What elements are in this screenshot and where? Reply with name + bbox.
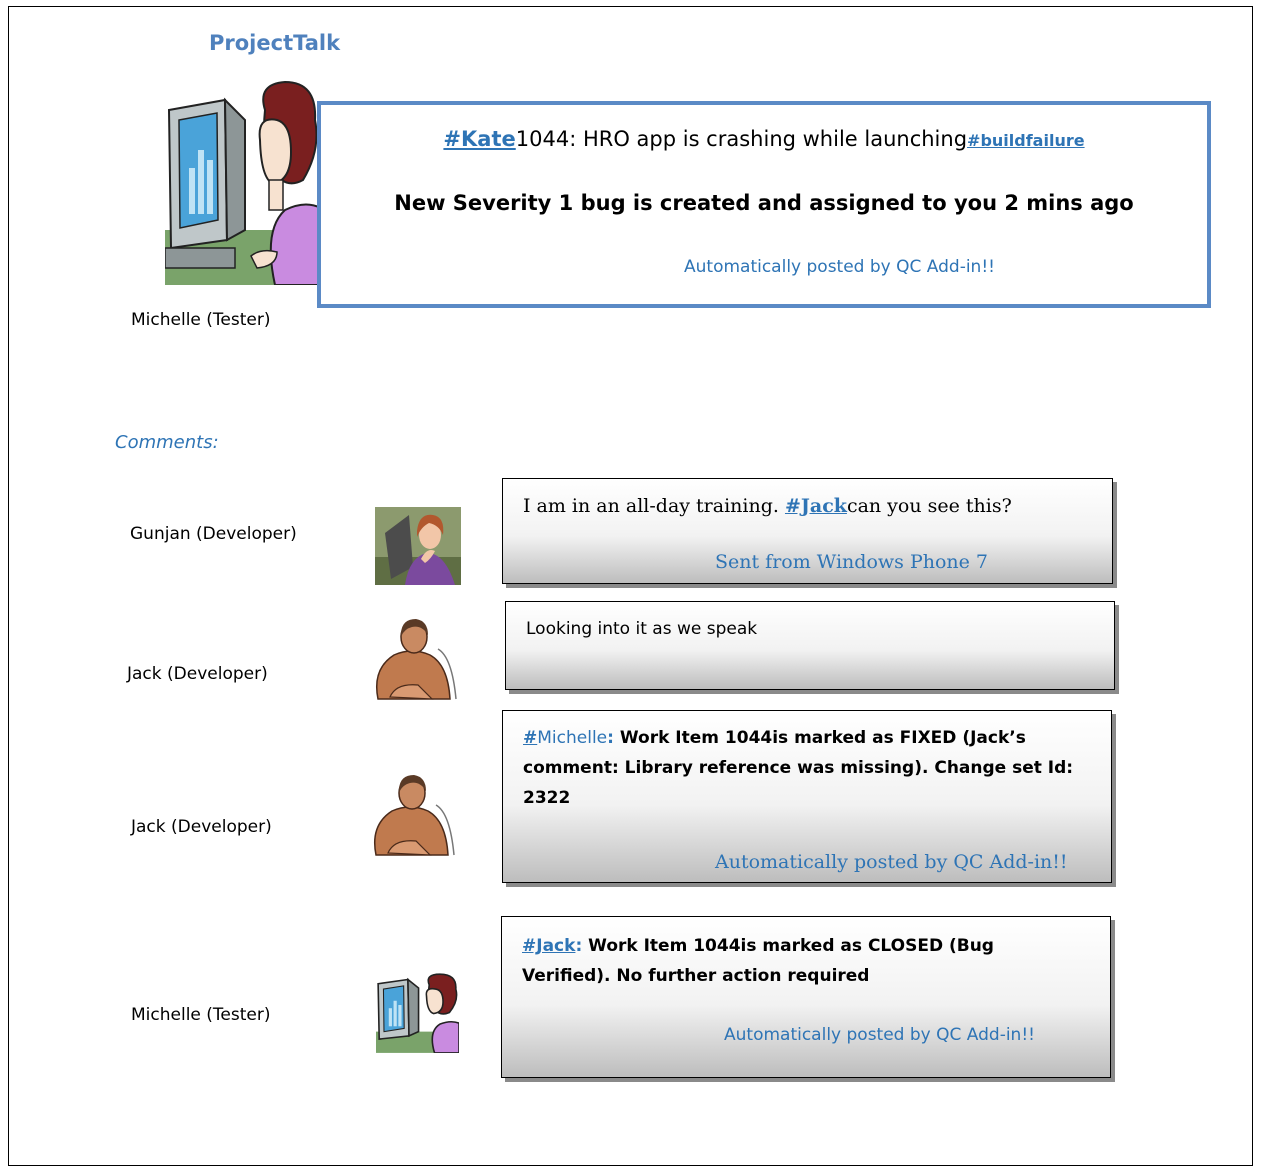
woman-at-desk-icon xyxy=(375,507,461,585)
main-post: #Kate1044: HRO app is crashing while lau… xyxy=(317,101,1211,308)
comment-footer: Automatically posted by QC Add-in!! xyxy=(724,1025,1035,1045)
woman-at-computer-icon xyxy=(165,80,321,285)
mention-link[interactable]: #Jack xyxy=(522,936,575,956)
post-author: Michelle (Tester) xyxy=(131,310,271,330)
hashtag-link[interactable]: #buildfailure xyxy=(967,131,1085,150)
comment-author: Gunjan (Developer) xyxy=(130,524,297,544)
comment-footer: Automatically posted by QC Add-in!! xyxy=(715,851,1068,873)
main-post-text: 1044: HRO app is crashing while launchin… xyxy=(515,127,968,151)
comment-author: Jack (Developer) xyxy=(127,664,268,684)
woman-at-computer-icon xyxy=(376,973,459,1053)
app-title: ProjectTalk xyxy=(209,31,341,55)
comment-footer: Sent from Windows Phone 7 xyxy=(715,551,989,573)
man-at-desk-icon xyxy=(370,765,460,861)
man-at-desk-icon xyxy=(372,609,462,705)
comment-bubble: #Jack: Work Item 1044is marked as CLOSED… xyxy=(501,916,1111,1078)
comment-author: Jack (Developer) xyxy=(131,817,272,837)
main-post-title: #Kate1044: HRO app is crashing while lau… xyxy=(321,127,1207,151)
main-post-headline: New Severity 1 bug is created and assign… xyxy=(394,191,1134,215)
main-post-footer: Automatically posted by QC Add-in!! xyxy=(684,257,995,277)
comment-author: Michelle (Tester) xyxy=(131,1005,271,1025)
comment-text: #Michelle: Work Item 1044is marked as FI… xyxy=(523,728,1074,808)
mention-link[interactable]: # xyxy=(523,728,537,748)
comment-bubble: I am in an all-day training. #Jackcan yo… xyxy=(502,478,1113,584)
mention-link[interactable]: #Kate xyxy=(443,127,515,151)
comment-text: #Jack: Work Item 1044is marked as CLOSED… xyxy=(522,936,994,986)
comment-text: Looking into it as we speak xyxy=(526,619,758,639)
mention-link[interactable]: #Jack xyxy=(785,495,847,517)
page: ProjectTalk Michelle (Tester) #Kate1044:… xyxy=(0,0,1265,1166)
comment-text: I am in an all-day training. #Jackcan yo… xyxy=(523,495,1012,517)
comment-bubble: Looking into it as we speak xyxy=(505,601,1115,690)
comments-heading: Comments: xyxy=(115,432,219,453)
comment-bubble: #Michelle: Work Item 1044is marked as FI… xyxy=(502,710,1112,883)
